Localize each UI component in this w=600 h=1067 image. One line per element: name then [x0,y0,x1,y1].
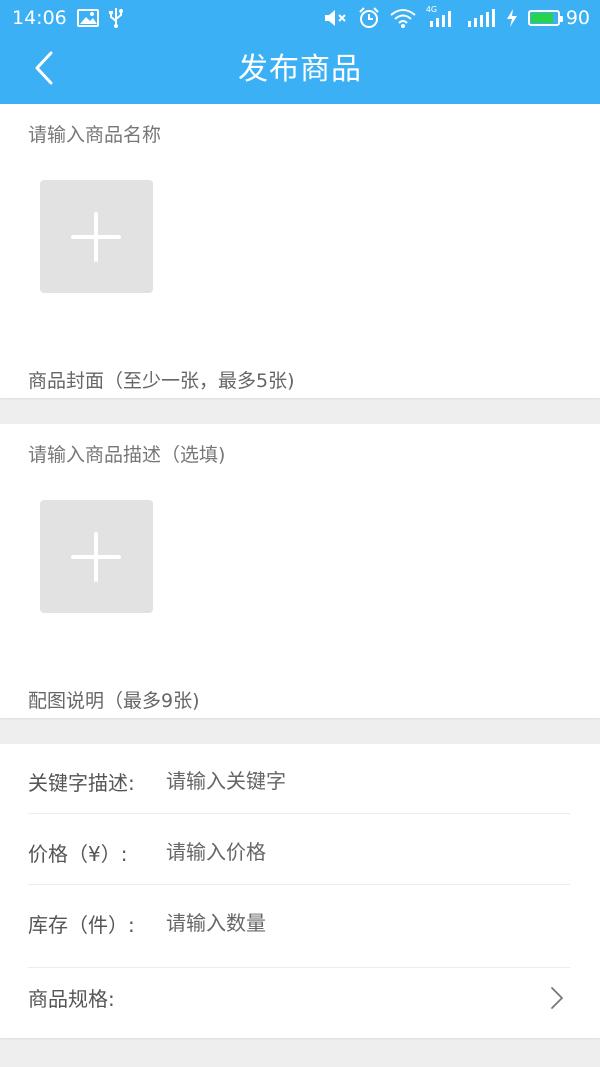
divider [28,884,570,885]
product-description-input[interactable] [28,437,572,473]
battery-group: 90 [527,7,590,29]
wifi-icon [390,8,416,28]
signal-icon: 4G [426,5,456,27]
status-bar-right: 4G 90 [324,5,590,29]
alarm-icon [358,7,380,29]
status-bar-left: 14:06 [12,7,123,29]
usb-icon [108,8,123,28]
network-badge: 4G [425,5,438,14]
battery-tip [559,16,563,22]
keyword-row: 关键字描述: [28,746,570,816]
plus-icon-vertical [94,212,98,262]
cover-hint: 商品封面（至少一张，最多5张) [28,370,295,392]
keyword-label: 关键字描述: [28,770,135,795]
charging-icon [506,9,518,27]
add-cover-button[interactable] [40,180,153,293]
product-cover-card: 商品封面（至少一张，最多5张) [0,104,600,398]
product-name-input[interactable] [28,117,572,153]
image-icon [76,9,99,27]
back-button[interactable] [22,48,66,92]
price-input[interactable] [166,840,570,864]
chevron-right-icon [550,986,564,1015]
add-image-button[interactable] [40,500,153,613]
chevron-left-icon [33,51,55,89]
mute-icon [324,8,348,28]
product-description-card: 配图说明（最多9张) [0,424,600,718]
keyword-input[interactable] [166,769,570,793]
stock-label: 库存（件）: [28,912,135,937]
image-hint: 配图说明（最多9张) [28,690,200,712]
page-title: 发布商品 [238,52,362,87]
status-bar: 14:06 4G 90 [0,0,600,36]
spec-label: 商品规格: [28,986,115,1011]
divider [28,813,570,814]
battery-fill [530,13,553,23]
status-time: 14:06 [12,7,67,29]
product-details-form: 关键字描述: 价格（¥）: 库存（件）: 商品规格: [0,744,600,1038]
stock-input[interactable] [166,911,570,935]
battery-icon [527,10,563,26]
plus-icon-vertical [94,532,98,582]
stock-row: 库存（件）: [28,888,570,958]
signal-icon [466,9,496,27]
app-header: 发布商品 [0,36,600,104]
price-label: 价格（¥）: [28,841,128,866]
price-row: 价格（¥）: [28,817,570,887]
spec-row[interactable]: 商品规格: [28,962,570,1032]
battery-percent: 90 [565,7,590,29]
